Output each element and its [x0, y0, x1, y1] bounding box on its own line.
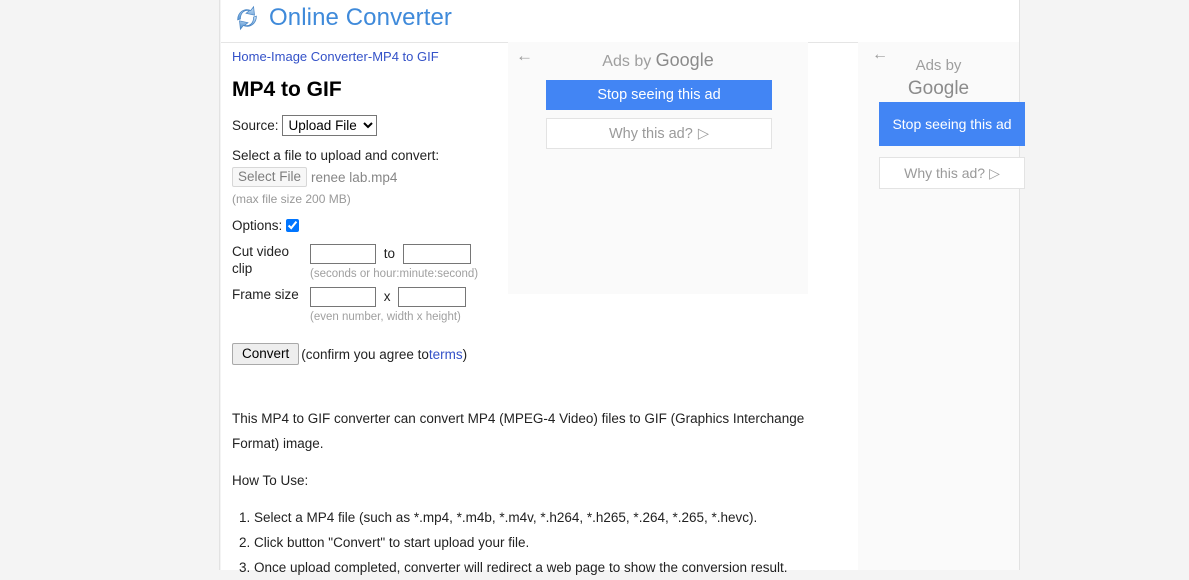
cut-video-hint: (seconds or hour:minute:second)	[310, 268, 479, 280]
confirm-terms-text: (confirm you agree toterms)	[301, 347, 467, 362]
ads-by-prefix: Ads by	[602, 53, 656, 70]
frame-width-input[interactable]	[310, 286, 376, 307]
howto-steps: Select a MP4 file (such as *.mp4, *.m4b,…	[232, 505, 832, 580]
cut-video-label-line1: Cut video	[232, 244, 290, 259]
why-this-ad-label: Why this ad?	[609, 125, 693, 142]
ad-panel-center: ← Ads by Google Stop seeing this ad Why …	[508, 42, 808, 294]
breadcrumb-link-image-converter[interactable]: Image Converter	[271, 49, 368, 64]
page-root: Online Converter Home-Image Converter-MP…	[0, 0, 1189, 575]
page-gutter-left	[0, 0, 220, 570]
confirm-suffix: )	[462, 346, 468, 362]
description-block: This MP4 to GIF converter can convert MP…	[232, 406, 832, 580]
options-checkbox[interactable]	[286, 218, 300, 232]
howto-step: Click button "Convert" to start upload y…	[254, 530, 832, 555]
breadcrumb-link-home[interactable]: Home	[232, 49, 267, 64]
page-gutter-right	[1019, 0, 1189, 570]
cut-from-input[interactable]	[310, 243, 376, 264]
confirm-prefix: (confirm you agree to	[301, 346, 429, 362]
select-file-button[interactable]: Select File	[232, 167, 308, 187]
frame-size-separator: x	[383, 289, 391, 304]
options-label: Options:	[232, 217, 283, 233]
page-title: MP4 to GIF	[232, 78, 342, 101]
ads-by-google-label: Ads by Google	[858, 54, 1019, 101]
cut-video-label-line2: clip	[232, 261, 253, 276]
convert-arrows-icon	[237, 5, 257, 31]
source-select[interactable]: Upload File	[281, 114, 377, 136]
frame-size-hint: (even number, width x height)	[310, 311, 461, 323]
howto-title: How To Use:	[232, 473, 309, 488]
frame-size-label: Frame size	[232, 287, 299, 302]
ad-panel-right: ← Ads by Google Stop seeing this ad Why t…	[858, 42, 1025, 570]
convert-button[interactable]: Convert	[232, 343, 300, 365]
why-this-ad-label: Why this ad?	[904, 165, 986, 181]
breadcrumb-link-current[interactable]: MP4 to GIF	[372, 49, 438, 64]
cut-to-input[interactable]	[402, 243, 471, 264]
cut-to-separator: to	[383, 246, 396, 261]
ads-by-google-label: Ads by Google	[508, 50, 808, 71]
why-this-ad-button[interactable]: Why this ad? ▷	[546, 118, 772, 149]
ads-by-prefix: Ads by	[915, 57, 962, 74]
site-logo[interactable]: Online Converter	[232, 3, 452, 33]
google-brand: Google	[907, 78, 970, 99]
page-content: Online Converter Home-Image Converter-MP…	[221, 0, 1025, 575]
howto-step: Once upload completed, converter will re…	[254, 555, 832, 580]
stop-seeing-this-ad-button[interactable]: Stop seeing this ad	[546, 80, 772, 110]
google-brand: Google	[655, 50, 714, 70]
options-table: Cut video clip to (seconds or hour:minut…	[232, 243, 478, 329]
site-logo-text: Online Converter	[269, 4, 453, 31]
convert-row: Convert (confirm you agree toterms)	[232, 343, 702, 365]
frame-size-row: Frame size x (even number, width x heigh…	[232, 286, 478, 329]
terms-link[interactable]: terms	[429, 347, 463, 362]
cut-video-fields: to (seconds or hour:minute:second)	[310, 243, 478, 286]
howto-step: Select a MP4 file (such as *.mp4, *.m4b,…	[254, 505, 832, 530]
frame-size-fields: x (even number, width x height)	[310, 286, 478, 329]
cut-video-row: Cut video clip to (seconds or hour:minut…	[232, 243, 478, 286]
breadcrumb: Home-Image Converter-MP4 to GIF	[232, 49, 439, 64]
selected-file-name: renee lab.mp4	[311, 169, 398, 185]
source-label: Source:	[232, 117, 279, 133]
site-header: Online Converter	[221, 0, 1019, 43]
play-triangle-icon: ▷	[697, 125, 709, 142]
play-triangle-icon: ▷	[989, 164, 1000, 181]
cut-video-label: Cut video clip	[232, 243, 310, 286]
frame-height-input[interactable]	[398, 286, 467, 307]
stop-seeing-this-ad-button[interactable]: Stop seeing this ad	[879, 102, 1025, 146]
why-this-ad-button[interactable]: Why this ad? ▷	[879, 157, 1025, 189]
description-intro: This MP4 to GIF converter can convert MP…	[232, 411, 805, 451]
